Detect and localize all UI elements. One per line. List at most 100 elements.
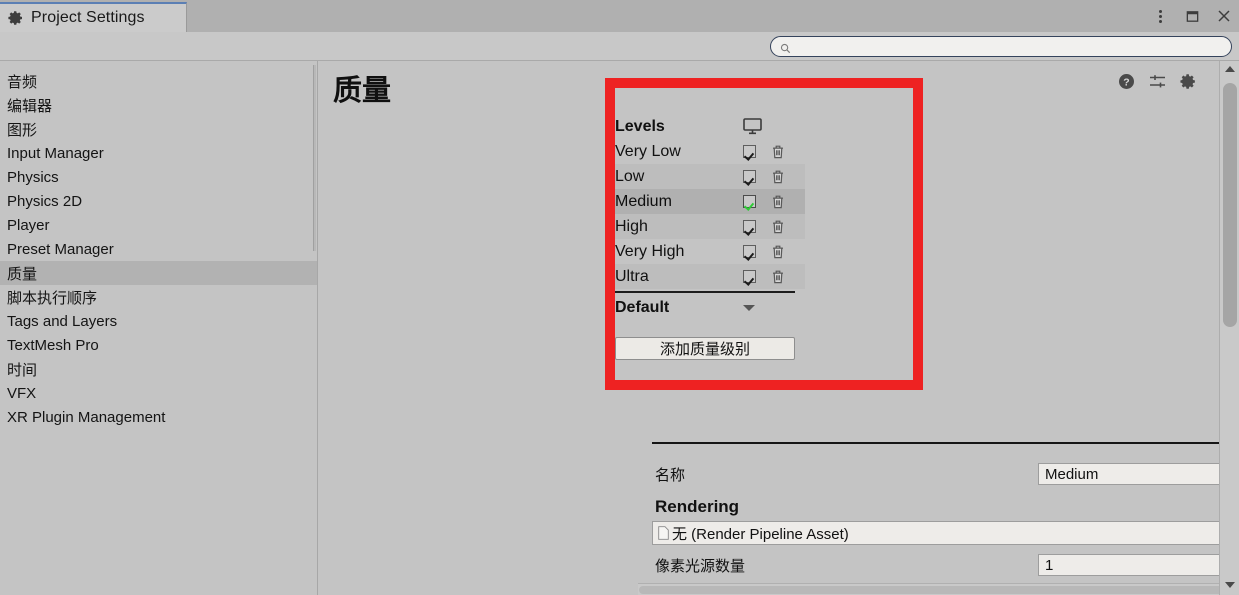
quality-level-row[interactable]: Medium: [615, 189, 805, 214]
document-icon: [658, 526, 669, 540]
sidebar-item[interactable]: Tags and Layers: [0, 309, 317, 333]
monitor-icon[interactable]: [743, 118, 762, 135]
section-divider: [652, 442, 1219, 444]
sidebar-item[interactable]: Player: [0, 213, 317, 237]
sidebar-item[interactable]: VFX: [0, 381, 317, 405]
quality-level-row[interactable]: Low: [615, 164, 805, 189]
maximize-icon[interactable]: [1183, 7, 1201, 25]
trash-icon[interactable]: [771, 144, 785, 159]
rendering-section-header: Rendering: [655, 497, 740, 516]
sidebar-item[interactable]: Input Manager: [0, 141, 317, 165]
sidebar-item-label: 时间: [7, 361, 38, 379]
vertical-scrollbar[interactable]: [1219, 61, 1239, 595]
render-pipeline-asset-field[interactable]: 无 (Render Pipeline Asset): [652, 521, 1219, 545]
scroll-down-arrow-icon[interactable]: [1220, 577, 1239, 593]
sidebar-item[interactable]: Physics: [0, 165, 317, 189]
sidebar-item-label: 编辑器: [7, 97, 53, 115]
help-icon[interactable]: ?: [1118, 73, 1135, 90]
quality-level-row[interactable]: Ultra: [615, 264, 805, 289]
levels-separator: [615, 291, 795, 293]
sidebar-item[interactable]: 编辑器: [0, 93, 317, 117]
quality-level-name: Low: [615, 167, 645, 185]
sidebar-item-label: Tags and Layers: [7, 312, 118, 330]
sidebar-item-label: XR Plugin Management: [7, 408, 166, 426]
sidebar-item[interactable]: TextMesh Pro: [0, 333, 317, 357]
trash-icon[interactable]: [771, 194, 785, 209]
sidebar-item-label: 质量: [7, 265, 38, 283]
content-header-icons: ?: [1118, 73, 1197, 90]
sidebar-scrollbar[interactable]: [312, 63, 317, 493]
quality-level-row[interactable]: High: [615, 214, 805, 239]
sidebar-item-label: 脚本执行顺序: [7, 289, 98, 307]
trash-icon[interactable]: [771, 269, 785, 284]
svg-text:?: ?: [1123, 76, 1129, 88]
sidebar-item[interactable]: 音频: [0, 69, 317, 93]
tab-project-settings[interactable]: Project Settings: [0, 2, 187, 32]
quality-level-name: High: [615, 217, 648, 235]
sidebar-item-label: TextMesh Pro: [7, 336, 99, 354]
default-level-label: Default: [615, 299, 670, 316]
search-box[interactable]: [770, 36, 1232, 57]
title-bar: Project Settings: [0, 0, 1239, 32]
levels-rows: Very Low Low Medium High Very High Ultra: [615, 139, 805, 289]
quality-levels-panel: Levels Very Low Low Medium High Very High Ult…: [615, 114, 805, 360]
sidebar-scroll-thumb[interactable]: [313, 65, 316, 251]
sidebar-item-label: Player: [7, 216, 50, 234]
quality-level-row[interactable]: Very High: [615, 239, 805, 264]
search-bar-row: [0, 32, 1239, 61]
kebab-menu-icon[interactable]: [1151, 7, 1169, 25]
quality-level-name: Very High: [615, 242, 685, 260]
preset-icon[interactable]: [1149, 73, 1166, 90]
sidebar-item-label: 图形: [7, 121, 38, 139]
pixel-light-count-input[interactable]: 1: [1038, 554, 1219, 576]
quality-level-name: Very Low: [615, 142, 681, 160]
trash-icon[interactable]: [771, 244, 785, 259]
settings-gear-icon[interactable]: [1180, 73, 1197, 90]
quality-level-checkbox[interactable]: [743, 170, 756, 183]
quality-level-checkbox[interactable]: [743, 195, 756, 208]
sidebar-item-label: Physics: [7, 168, 59, 186]
scroll-up-arrow-icon[interactable]: [1220, 61, 1239, 77]
sidebar-item[interactable]: 脚本执行顺序: [0, 285, 317, 309]
quality-level-checkbox[interactable]: [743, 145, 756, 158]
sidebar-item[interactable]: Preset Manager: [0, 237, 317, 261]
pixel-light-count-row: 像素光源数量 1: [652, 550, 1219, 580]
close-icon[interactable]: [1215, 7, 1233, 25]
page-title: 质量: [333, 75, 392, 107]
vertical-scroll-thumb[interactable]: [1223, 83, 1237, 327]
sidebar-item-label: Preset Manager: [7, 240, 114, 258]
name-field-row: 名称 Medium: [652, 459, 1219, 489]
quality-level-name: Ultra: [615, 267, 649, 285]
trash-icon[interactable]: [771, 169, 785, 184]
sidebar-item[interactable]: XR Plugin Management: [0, 405, 317, 429]
quality-level-checkbox[interactable]: [743, 270, 756, 283]
horizontal-scroll-thumb[interactable]: [639, 586, 1219, 594]
render-pipeline-asset-value: 无 (Render Pipeline Asset): [672, 525, 849, 543]
pixel-light-count-label: 像素光源数量: [655, 557, 746, 575]
sidebar-list: 音频编辑器图形 Input Manager Physics Physics 2D Pla…: [0, 69, 317, 429]
quality-level-checkbox[interactable]: [743, 245, 756, 258]
trash-icon[interactable]: [771, 219, 785, 234]
levels-header-label: Levels: [615, 117, 665, 135]
sidebar-item[interactable]: 质量: [0, 261, 317, 285]
project-settings-window: Project Settings 音频编辑器图形 Input Manager Phy…: [0, 0, 1239, 595]
sidebar-item[interactable]: Physics 2D: [0, 189, 317, 213]
tab-label: Project Settings: [31, 9, 145, 26]
horizontal-scrollbar[interactable]: [638, 583, 1219, 595]
quality-level-row[interactable]: Very Low: [615, 139, 805, 164]
default-level-row[interactable]: Default: [615, 295, 805, 321]
window-controls: [1151, 0, 1233, 32]
chevron-down-icon[interactable]: [743, 305, 755, 311]
sidebar-item[interactable]: 图形: [0, 117, 317, 141]
search-input[interactable]: [791, 39, 1231, 54]
add-quality-level-button[interactable]: 添加质量级别: [615, 337, 795, 360]
sidebar-item[interactable]: 时间: [0, 357, 317, 381]
search-icon: [780, 41, 791, 54]
name-input[interactable]: Medium: [1038, 463, 1219, 485]
sidebar-item-label: 音频: [7, 73, 38, 91]
name-label: 名称: [655, 466, 686, 484]
settings-category-sidebar: 音频编辑器图形 Input Manager Physics Physics 2D Pla…: [0, 61, 318, 595]
levels-header-row: Levels: [615, 114, 805, 139]
quality-level-checkbox[interactable]: [743, 220, 756, 233]
quality-level-form: 名称 Medium Rendering 无 (Render Pipeline A…: [652, 459, 1219, 595]
